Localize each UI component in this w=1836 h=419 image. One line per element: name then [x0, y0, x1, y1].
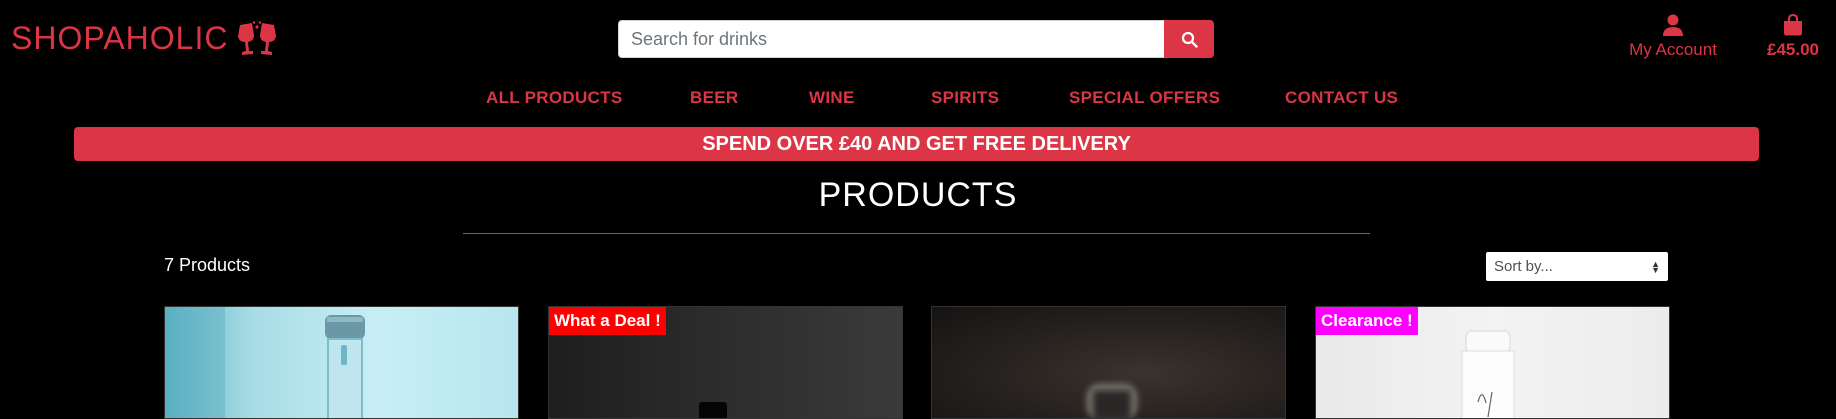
page-title: PRODUCTS	[818, 176, 1018, 214]
product-card[interactable]	[931, 306, 1286, 419]
brand-name: SHOPAHOLIC	[11, 20, 229, 56]
search-input[interactable]	[618, 20, 1164, 58]
product-count: 7 Products	[164, 255, 251, 275]
product-image	[1086, 383, 1138, 418]
my-account-label: My Account	[1629, 40, 1717, 59]
brand-logo[interactable]: SHOPAHOLIC	[11, 20, 278, 57]
product-image	[165, 307, 365, 418]
sort-selected: Sort by...	[1494, 258, 1553, 275]
search-button[interactable]	[1164, 20, 1214, 58]
nav-spirits[interactable]: SPIRITS	[931, 88, 999, 108]
my-account-link[interactable]: My Account	[1622, 14, 1724, 60]
banner-text: SPEND OVER £40 AND GET FREE DELIVERY	[702, 132, 1131, 155]
nav-contact-us[interactable]: CONTACT US	[1285, 88, 1398, 108]
deal-badge: What a Deal !	[549, 307, 666, 335]
search-form	[618, 20, 1214, 58]
user-icon	[1663, 14, 1683, 36]
glasses-cheers-icon	[238, 20, 277, 55]
shopping-bag-link[interactable]: £45.00	[1762, 14, 1824, 60]
clearance-badge: Clearance !	[1316, 307, 1418, 335]
nav-beer[interactable]: BEER	[690, 88, 738, 108]
nav-special-offers[interactable]: SPECIAL OFFERS	[1069, 88, 1220, 108]
sort-select[interactable]: Sort by... ▲ ▼	[1486, 252, 1668, 281]
main-nav: ALL PRODUCTS BEER WINE SPIRITS SPECIAL O…	[0, 88, 1836, 110]
product-card[interactable]: What a Deal !	[548, 306, 903, 419]
product-card[interactable]: Clearance !	[1315, 306, 1670, 419]
nav-wine[interactable]: WINE	[809, 88, 855, 108]
product-card[interactable]	[164, 306, 519, 419]
bag-total: £45.00	[1767, 40, 1819, 59]
search-icon	[1181, 31, 1198, 48]
nav-all-products[interactable]: ALL PRODUCTS	[486, 88, 622, 108]
title-divider	[463, 233, 1370, 234]
shopping-bag-icon	[1784, 14, 1802, 36]
select-arrows-icon: ▲ ▼	[1651, 258, 1660, 275]
free-delivery-banner: SPEND OVER £40 AND GET FREE DELIVERY	[74, 127, 1759, 161]
